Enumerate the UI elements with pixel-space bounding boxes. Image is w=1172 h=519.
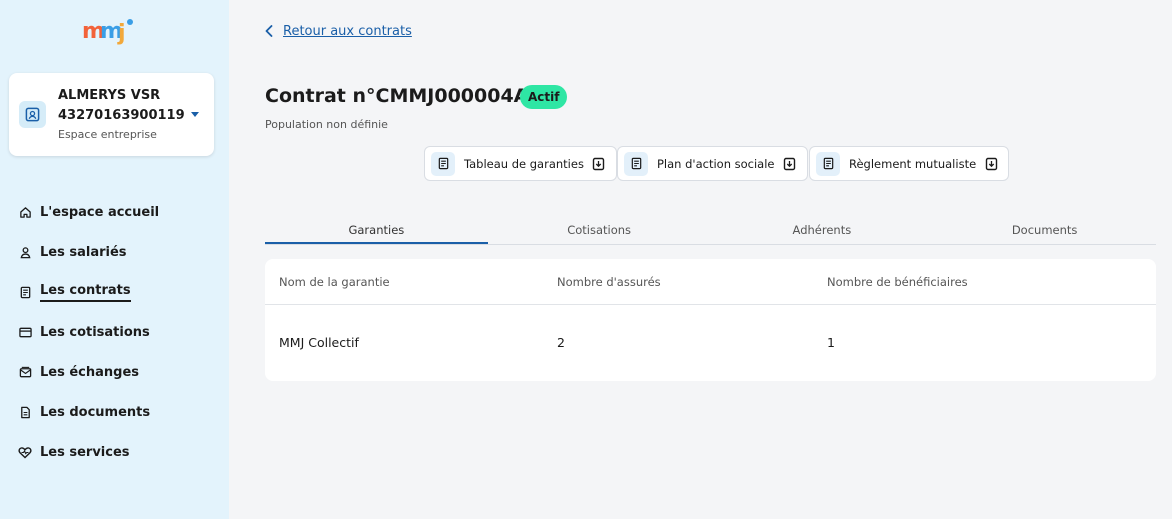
sidebar-item-label: Les documents — [40, 404, 151, 420]
download-icon — [783, 157, 797, 171]
sidebar-item-contrats[interactable]: Les contrats — [18, 272, 218, 312]
account-badge-icon — [19, 101, 46, 128]
heart-icon — [18, 445, 32, 459]
document-icon — [816, 151, 840, 176]
document-icon — [431, 151, 455, 176]
account-id: 43270163900119 — [58, 108, 185, 123]
sidebar-item-label: Les cotisations — [40, 324, 150, 340]
sidebar-nav: L'espace accueil Les salariés Les contra… — [18, 192, 218, 472]
doc-button-label: Plan d'action sociale — [657, 156, 775, 171]
tab-cotisations[interactable]: Cotisations — [488, 216, 711, 244]
tab-adherents[interactable]: Adhérents — [711, 216, 934, 244]
status-badge: Actif — [520, 85, 568, 109]
sidebar-item-label: L'espace accueil — [40, 204, 160, 220]
download-icon — [592, 157, 606, 171]
page-subtitle: Population non définie — [265, 118, 388, 131]
card-icon — [18, 325, 32, 339]
sidebar-item-services[interactable]: Les services — [18, 432, 218, 472]
reglement-mutualiste-button[interactable]: Règlement mutualiste — [809, 146, 1010, 181]
document-icon — [624, 151, 648, 176]
tab-garanties[interactable]: Garanties — [265, 216, 488, 244]
svg-text:j: j — [117, 21, 126, 46]
download-icon — [984, 157, 998, 171]
main-content: Retour aux contrats Contrat n°CMMJ000004… — [229, 0, 1172, 519]
doc-button-label: Tableau de garanties — [464, 156, 584, 171]
contract-icon — [18, 285, 32, 299]
app-logo[interactable]: m m j — [80, 16, 144, 46]
garanties-table: Nom de la garantie Nombre d'assurés Nomb… — [265, 259, 1156, 381]
sidebar-item-label: Les salariés — [40, 244, 127, 260]
table-cell: MMJ Collectif — [279, 335, 359, 350]
sidebar: m m j ALMERYS VSR 43270163900119 Espace … — [0, 0, 229, 519]
chevron-down-icon[interactable] — [191, 112, 199, 117]
tableau-garanties-button[interactable]: Tableau de garanties — [424, 146, 617, 181]
back-link[interactable]: Retour aux contrats — [265, 22, 412, 41]
sidebar-item-label: Les contrats — [40, 283, 131, 302]
sidebar-item-label: Les échanges — [40, 364, 140, 380]
column-header: Nombre d'assurés — [557, 275, 661, 289]
sidebar-item-documents[interactable]: Les documents — [18, 392, 218, 432]
back-link-label: Retour aux contrats — [283, 24, 412, 39]
sidebar-item-label: Les services — [40, 444, 130, 460]
account-selector[interactable]: ALMERYS VSR 43270163900119 Espace entrep… — [9, 73, 214, 156]
sidebar-item-accueil[interactable]: L'espace accueil — [18, 192, 218, 232]
contract-tabs: Garanties Cotisations Adhérents Document… — [265, 216, 1156, 245]
sidebar-item-echanges[interactable]: Les échanges — [18, 352, 218, 392]
chevron-left-icon — [265, 22, 273, 41]
page-title: Contrat n°CMMJ000004A1 — [265, 85, 542, 107]
table-cell: 2 — [557, 335, 565, 350]
plan-action-sociale-button[interactable]: Plan d'action sociale — [617, 146, 808, 181]
doc-button-label: Règlement mutualiste — [849, 156, 977, 171]
table-header: Nom de la garantie Nombre d'assurés Nomb… — [265, 259, 1156, 305]
document-icon — [18, 405, 32, 419]
table-cell: 1 — [827, 335, 835, 350]
tab-documents[interactable]: Documents — [933, 216, 1156, 244]
home-icon — [18, 205, 32, 219]
account-name: ALMERYS VSR — [58, 88, 161, 103]
user-icon — [18, 245, 32, 259]
account-space: Espace entreprise — [58, 128, 157, 141]
column-header: Nom de la garantie — [279, 275, 390, 289]
sidebar-item-cotisations[interactable]: Les cotisations — [18, 312, 218, 352]
column-header: Nombre de bénéficiaires — [827, 275, 968, 289]
sidebar-item-salaries[interactable]: Les salariés — [18, 232, 218, 272]
mail-icon — [18, 365, 32, 379]
